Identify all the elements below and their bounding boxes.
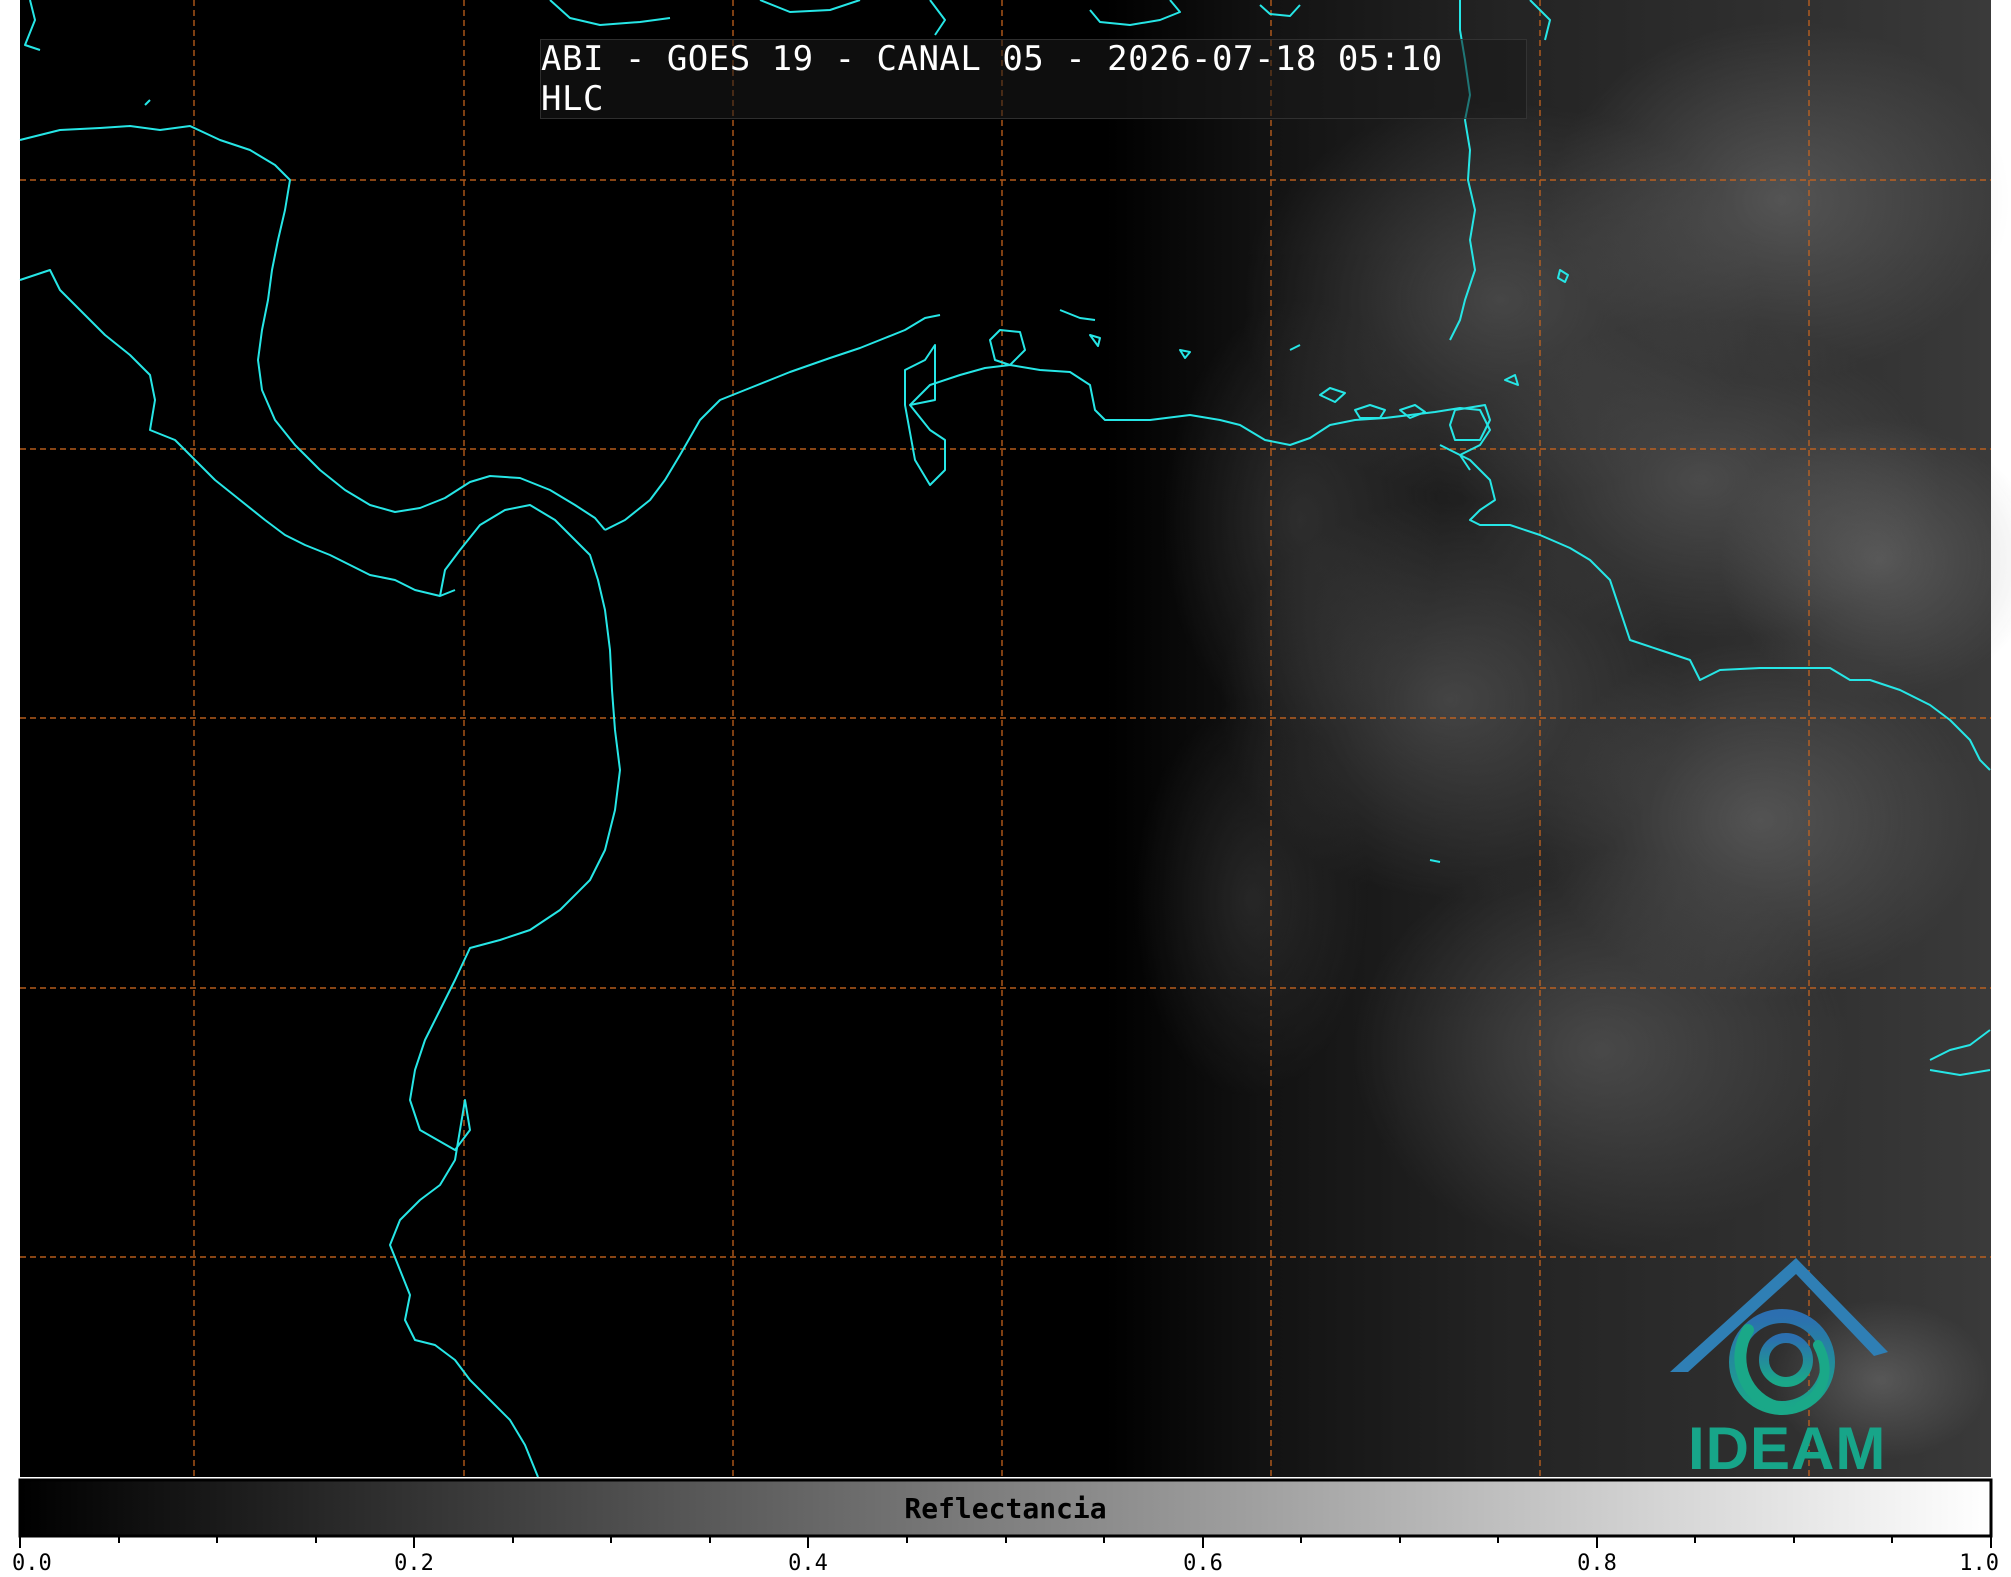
colorbar-tick-label: 1.0 [1959,1551,1999,1576]
colorbar-tick-label: 0.4 [788,1551,828,1576]
satellite-map [18,0,2011,1548]
colorbar-tick-label: 0.8 [1577,1551,1617,1576]
ideam-logo-text: IDEAM [1688,1415,1887,1482]
colorbar-tick-label: 0.6 [1183,1551,1223,1576]
colorbar-ticks [19,1536,1992,1548]
colorbar-tick-label: 0.0 [12,1551,52,1576]
colorbar-label: Reflectancia [904,1491,1107,1525]
colorbar-tick-label: 0.2 [394,1551,434,1576]
map-title: ABI - GOES 19 - CANAL 05 - 2026-07-18 05… [540,39,1527,119]
